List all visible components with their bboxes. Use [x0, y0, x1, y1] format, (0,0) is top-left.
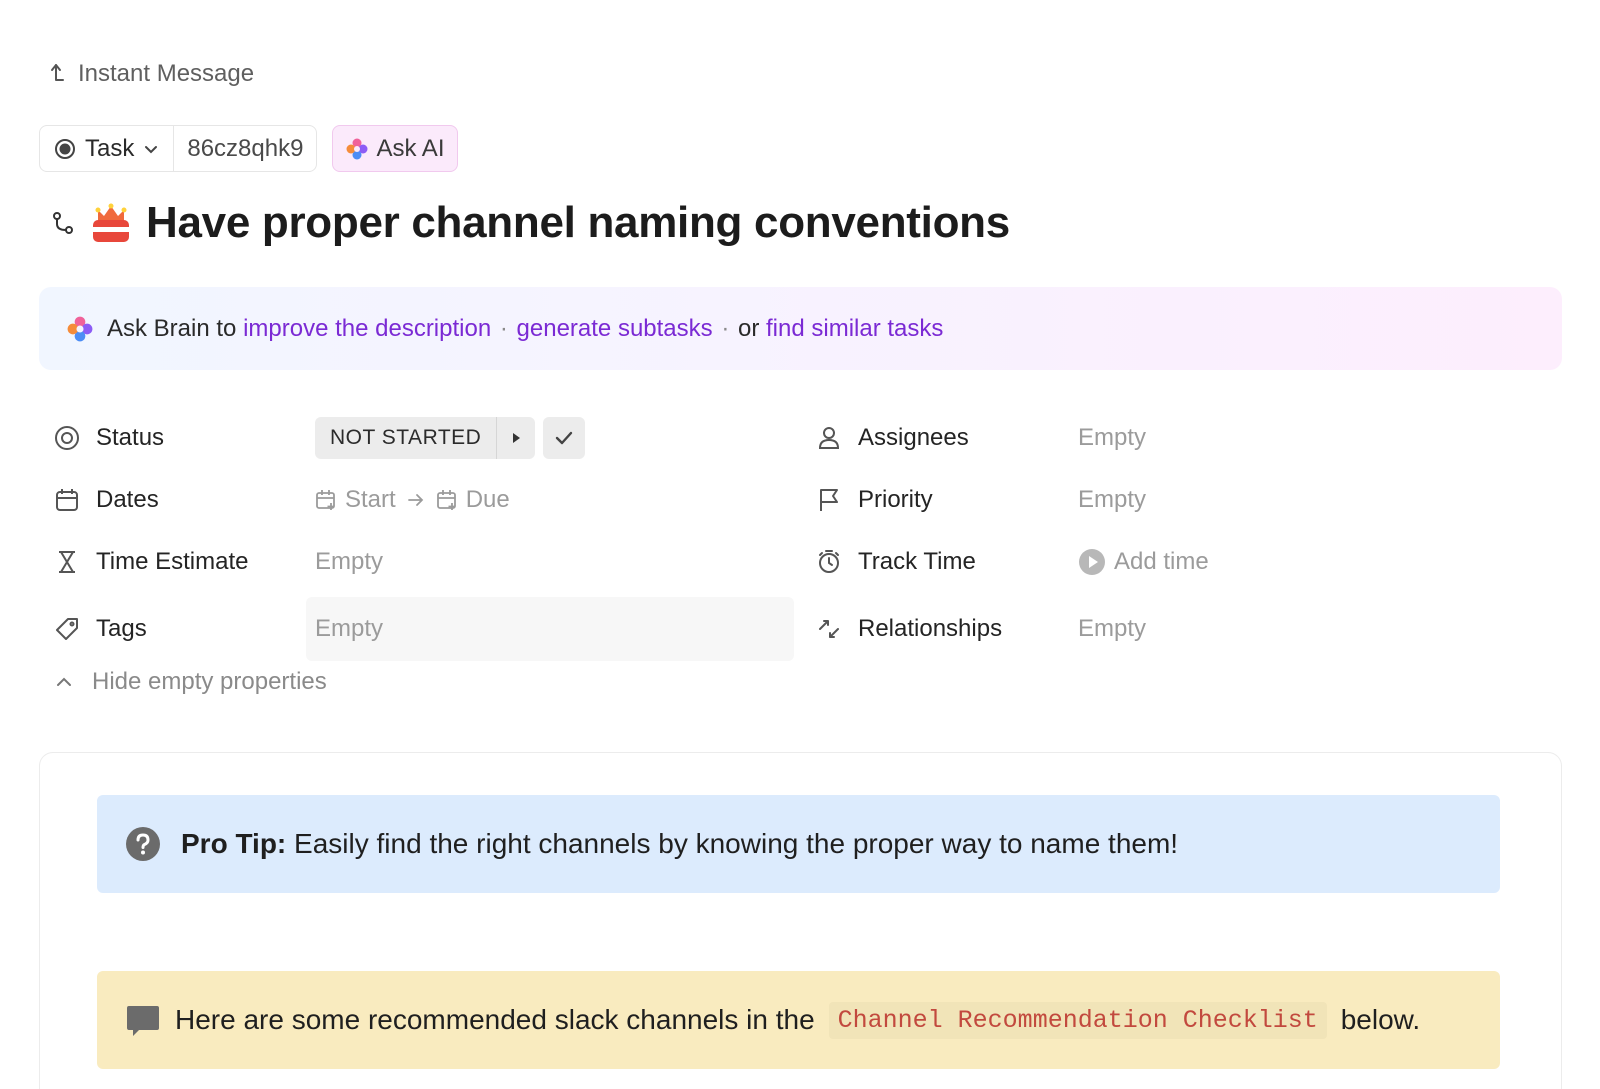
play-arrow-icon: [513, 433, 521, 443]
time-estimate-value[interactable]: Empty: [315, 542, 383, 582]
info-callout[interactable]: Here are some recommended slack channels…: [97, 971, 1500, 1069]
next-status-button[interactable]: [497, 417, 536, 459]
property-label: Status: [96, 424, 165, 451]
property-assignees: Assignees: [816, 418, 969, 458]
callout-text-after: below.: [1340, 1004, 1421, 1035]
property-label: Relationships: [858, 615, 1003, 642]
start-date-label: Start: [345, 486, 396, 513]
ask-brain-bar: Ask Brain to improve the description · g…: [39, 287, 1562, 370]
hourglass-icon: [59, 551, 75, 573]
task-title[interactable]: Have proper channel naming conventions: [146, 198, 1010, 248]
question-circle-icon: [126, 827, 160, 861]
task-meta-row: Task 86cz8qhk9 Ask AI: [39, 125, 459, 172]
parent-arrow-icon: [51, 64, 64, 81]
assignees-value[interactable]: Empty: [1078, 418, 1146, 458]
arrow-right-icon: [407, 494, 423, 506]
ai-sparkle-icon: [67, 316, 93, 341]
task-title-row: Have proper channel naming conventions: [50, 198, 1010, 248]
callout-text-before: Here are some recommended slack channels…: [175, 1004, 815, 1035]
due-date-button[interactable]: Due: [436, 486, 510, 514]
task-type-icon: [55, 138, 75, 159]
subtask-icon[interactable]: [50, 210, 76, 236]
property-label: Assignees: [858, 424, 969, 451]
hide-empty-properties-button[interactable]: Hide empty properties: [54, 668, 327, 696]
tags-value[interactable]: Empty: [315, 609, 383, 649]
chevron-down-icon: [145, 145, 158, 153]
ask-ai-label: Ask AI: [376, 134, 445, 162]
ai-sparkle-icon: [346, 138, 368, 159]
pro-tip-text: Easily find the right channels by knowin…: [294, 828, 1179, 859]
task-type-dropdown[interactable]: Task: [40, 126, 175, 171]
or-text: or: [738, 314, 760, 342]
relationships-icon: [819, 620, 839, 638]
task-type-label: Task: [85, 134, 135, 162]
ask-ai-button[interactable]: Ask AI: [332, 125, 459, 172]
hide-empty-label: Hide empty properties: [92, 668, 327, 695]
dates-value: Start Due: [315, 480, 510, 520]
due-date-label: Due: [465, 486, 510, 513]
calendar-plus-icon: [436, 490, 456, 510]
status-icon: [55, 426, 79, 450]
property-dates: Dates: [54, 480, 159, 520]
pro-tip-callout[interactable]: Pro Tip: Easily find the right channels …: [97, 795, 1500, 893]
check-icon: [556, 431, 573, 445]
task-id[interactable]: 86cz8qhk9: [174, 126, 316, 171]
play-circle-icon: [1079, 549, 1105, 575]
start-date-button[interactable]: Start: [315, 486, 396, 514]
tag-icon: [56, 618, 78, 640]
property-tags: Tags: [54, 609, 147, 649]
status-pill[interactable]: NOT STARTED: [315, 417, 536, 459]
speech-bubble-icon: [127, 1006, 159, 1036]
calendar-plus-icon: [316, 490, 335, 510]
ask-brain-prefix: Ask Brain to: [107, 314, 237, 342]
property-track-time: Track Time: [816, 542, 976, 582]
inline-code: Channel Recommendation Checklist: [828, 1001, 1327, 1039]
find-similar-tasks-link[interactable]: find similar tasks: [766, 315, 943, 342]
add-time-button[interactable]: Add time: [1078, 542, 1209, 582]
separator: ·: [721, 314, 730, 342]
status-control: NOT STARTED: [315, 417, 586, 459]
user-icon: [818, 427, 840, 449]
separator: ·: [499, 314, 508, 342]
birthday-cake-emoji-icon: [93, 203, 129, 242]
property-relationships: Relationships: [816, 609, 1002, 649]
property-label: Tags: [96, 615, 147, 642]
property-label: Priority: [858, 486, 933, 513]
add-time-label: Add time: [1114, 548, 1209, 575]
breadcrumb-label[interactable]: Instant Message: [78, 60, 254, 88]
property-time-estimate: Time Estimate: [54, 542, 248, 582]
property-label: Time Estimate: [96, 548, 249, 575]
generate-subtasks-link[interactable]: generate subtasks: [517, 315, 713, 342]
relationships-value[interactable]: Empty: [1078, 609, 1146, 649]
improve-description-link[interactable]: improve the description: [243, 315, 491, 342]
pro-tip-heading: Pro Tip:: [181, 828, 287, 859]
chevron-up-icon: [57, 677, 71, 686]
task-type-group: Task 86cz8qhk9: [39, 125, 318, 172]
flag-icon: [820, 489, 838, 511]
complete-status-button[interactable]: [543, 417, 586, 459]
property-label: Track Time: [858, 548, 976, 575]
property-priority: Priority: [816, 480, 933, 520]
priority-value[interactable]: Empty: [1078, 480, 1146, 520]
breadcrumb[interactable]: Instant Message: [48, 60, 254, 88]
stopwatch-icon: [819, 550, 839, 573]
property-label: Dates: [96, 486, 159, 513]
calendar-icon: [56, 489, 78, 511]
status-value[interactable]: NOT STARTED: [315, 417, 498, 459]
property-status: Status: [54, 418, 164, 458]
